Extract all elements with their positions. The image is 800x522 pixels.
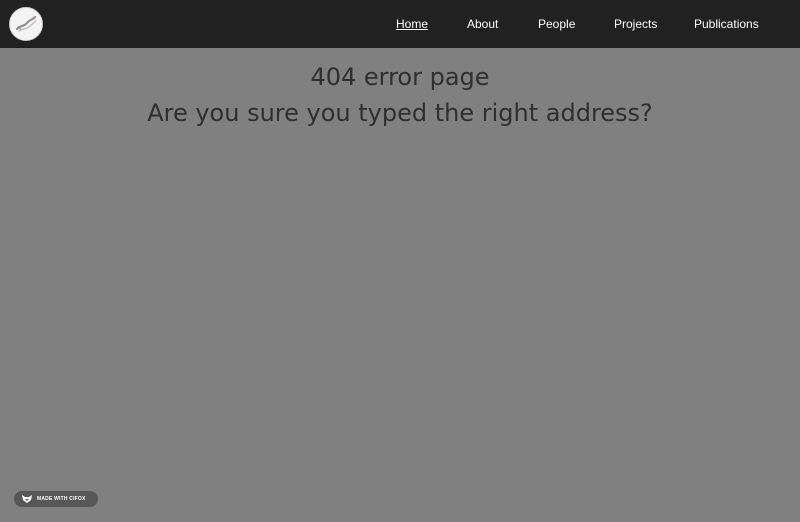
- nav-item-about[interactable]: About: [467, 16, 498, 32]
- nav-item-publications[interactable]: Publications: [694, 16, 759, 32]
- main-content: 404 error page Are you sure you typed th…: [0, 48, 800, 522]
- nav-item-people[interactable]: People: [538, 16, 575, 32]
- nav-item-home[interactable]: Home: [396, 16, 428, 32]
- made-with-badge[interactable]: MADE WITH CIFOX: [14, 491, 98, 507]
- fox-icon: [22, 495, 32, 503]
- error-message: Are you sure you typed the right address…: [147, 99, 653, 127]
- badge-label: MADE WITH CIFOX: [37, 496, 86, 502]
- circular-logo-icon: [11, 9, 41, 39]
- site-logo[interactable]: [9, 7, 43, 41]
- error-title: 404 error page: [310, 63, 490, 91]
- nav-item-projects[interactable]: Projects: [614, 16, 657, 32]
- top-navbar: Home About People Projects Publications: [0, 0, 800, 48]
